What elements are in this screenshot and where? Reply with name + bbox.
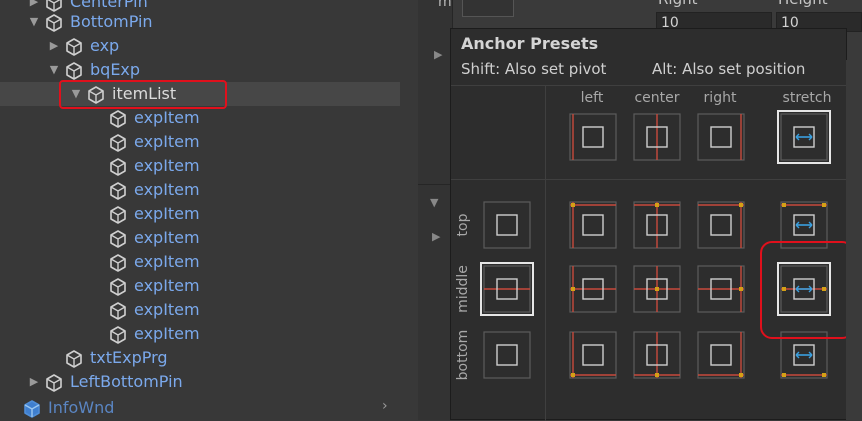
gameobject-cube-icon	[108, 181, 128, 201]
collapsed-arrow-icon[interactable]: ▶	[48, 34, 60, 58]
hierarchy-item-label: expItem	[134, 276, 200, 295]
hierarchy-item-label: expItem	[134, 180, 200, 199]
expanded-arrow-icon[interactable]: ▼	[28, 10, 40, 34]
hierarchy-row[interactable]: txtExpPrg	[0, 346, 400, 370]
row-label-bottom: bottom	[455, 329, 471, 381]
column-label-left: left	[580, 90, 604, 106]
gameobject-cube-icon	[22, 399, 42, 419]
hierarchy-item-label: txtExpPrg	[90, 348, 168, 367]
hierarchy-row[interactable]: expItem	[0, 250, 400, 274]
gameobject-cube-icon	[64, 61, 84, 81]
anchor-preset-header-center[interactable]	[633, 113, 681, 161]
anchor-preset-middle-left[interactable]	[569, 265, 617, 313]
anchor-preset-header-left[interactable]	[569, 113, 617, 161]
expand-arrow-icon[interactable]: ▶	[434, 48, 442, 61]
hierarchy-row[interactable]: expItem	[0, 130, 400, 154]
gameobject-cube-icon	[108, 229, 128, 249]
gameobject-cube-icon	[108, 133, 128, 153]
gameobject-cube-icon	[108, 109, 128, 129]
hierarchy-item-label: InfoWnd	[48, 398, 115, 417]
gameobject-cube-icon	[108, 277, 128, 297]
column-label-center: center	[634, 90, 680, 106]
hierarchy-row[interactable]: expItem	[0, 202, 400, 226]
hierarchy-item-label: LeftBottomPin	[70, 372, 183, 391]
hierarchy-row[interactable]: expItem	[0, 298, 400, 322]
hierarchy-item-label: expItem	[134, 228, 200, 247]
row-label-middle: middle	[455, 265, 471, 313]
hierarchy-item-label: expItem	[134, 108, 200, 127]
anchor-preset-bottom-none[interactable]	[483, 331, 531, 379]
anchor-preset-bottom-right[interactable]	[697, 331, 745, 379]
foldout-arrow-icon[interactable]: ▼	[430, 196, 438, 209]
hierarchy-item-label: expItem	[134, 132, 200, 151]
expand-arrow-icon[interactable]: ▶	[432, 230, 440, 243]
column-label-stretch: stretch	[782, 90, 832, 106]
hierarchy-row[interactable]: expItem	[0, 106, 400, 130]
gameobject-cube-icon	[108, 253, 128, 273]
alt-hint: Alt: Also set position	[652, 60, 806, 78]
hierarchy-item-label: expItem	[134, 324, 200, 343]
hierarchy-panel: ▶ CenterPin ▼ BottomPin ▶ exp ▼ bqExp ▼ itemList e…	[0, 0, 400, 420]
anchor-preset-middle-right[interactable]	[697, 265, 745, 313]
hierarchy-row[interactable]: expItem	[0, 226, 400, 250]
hierarchy-row[interactable]: InfoWnd	[0, 396, 400, 420]
anchor-preset-header-right[interactable]	[697, 113, 745, 161]
height-header: Height	[778, 0, 828, 8]
divider	[451, 85, 848, 86]
hierarchy-row[interactable]: expItem	[0, 322, 400, 346]
anchor-preset-top-center[interactable]	[633, 201, 681, 249]
hierarchy-item-label: expItem	[134, 252, 200, 271]
gameobject-cube-icon	[44, 373, 64, 393]
hierarchy-item-label: expItem	[134, 156, 200, 175]
divider	[451, 179, 848, 180]
inspector-scrollbar[interactable]	[846, 60, 862, 420]
hierarchy-item-label: expItem	[134, 300, 200, 319]
inspector-left-strip: m ▶ ▼ ▶	[418, 0, 453, 420]
hierarchy-row[interactable]: ▼ BottomPin	[0, 10, 400, 34]
anchor-preset-bottom-left[interactable]	[569, 331, 617, 379]
hierarchy-item-label: BottomPin	[70, 12, 153, 31]
popup-title: Anchor Presets	[461, 34, 599, 53]
strip-label: m	[438, 0, 452, 10]
right-header: Right	[658, 0, 698, 8]
collapsed-arrow-icon[interactable]: ▶	[28, 370, 40, 394]
anchor-preset-middle-none[interactable]	[480, 262, 534, 316]
anchor-preset-bottom-center[interactable]	[633, 331, 681, 379]
divider	[545, 85, 546, 421]
anchor-preset-top-right[interactable]	[697, 201, 745, 249]
highlight-circle	[760, 241, 854, 339]
gameobject-cube-icon	[64, 349, 84, 369]
anchor-preset-top-left[interactable]	[569, 201, 617, 249]
expanded-arrow-icon[interactable]: ▼	[48, 58, 60, 82]
gameobject-cube-icon	[108, 205, 128, 225]
hierarchy-row[interactable]: ▶ exp	[0, 34, 400, 58]
hierarchy-row[interactable]: expItem	[0, 274, 400, 298]
hierarchy-row[interactable]: expItem	[0, 154, 400, 178]
hierarchy-item-label: expItem	[134, 204, 200, 223]
hierarchy-item-label: bqExp	[90, 60, 141, 79]
shift-hint: Shift: Also set pivot	[461, 60, 607, 78]
hierarchy-item-label: exp	[90, 36, 120, 55]
chevron-right-icon[interactable]: ›	[382, 398, 388, 414]
hierarchy-row[interactable]: expItem	[0, 178, 400, 202]
hierarchy-row[interactable]: ▶ LeftBottomPin	[0, 370, 400, 394]
gameobject-cube-icon	[64, 37, 84, 57]
hierarchy-row[interactable]: ▼ bqExp	[0, 58, 400, 82]
column-label-right: right	[703, 90, 737, 106]
anchor-preset-top-none[interactable]	[483, 201, 531, 249]
anchor-preset-button[interactable]	[462, 0, 514, 17]
anchor-presets-popup: Anchor Presets Shift: Also set pivot Alt…	[450, 28, 848, 421]
gameobject-cube-icon	[108, 325, 128, 345]
gameobject-cube-icon	[108, 157, 128, 177]
anchor-preset-middle-center[interactable]	[633, 265, 681, 313]
anchor-preset-header-stretch[interactable]	[777, 110, 831, 164]
row-label-top: top	[455, 213, 471, 237]
gameobject-cube-icon	[44, 13, 64, 33]
selection-highlight-outline	[59, 80, 227, 109]
gameobject-cube-icon	[108, 301, 128, 321]
